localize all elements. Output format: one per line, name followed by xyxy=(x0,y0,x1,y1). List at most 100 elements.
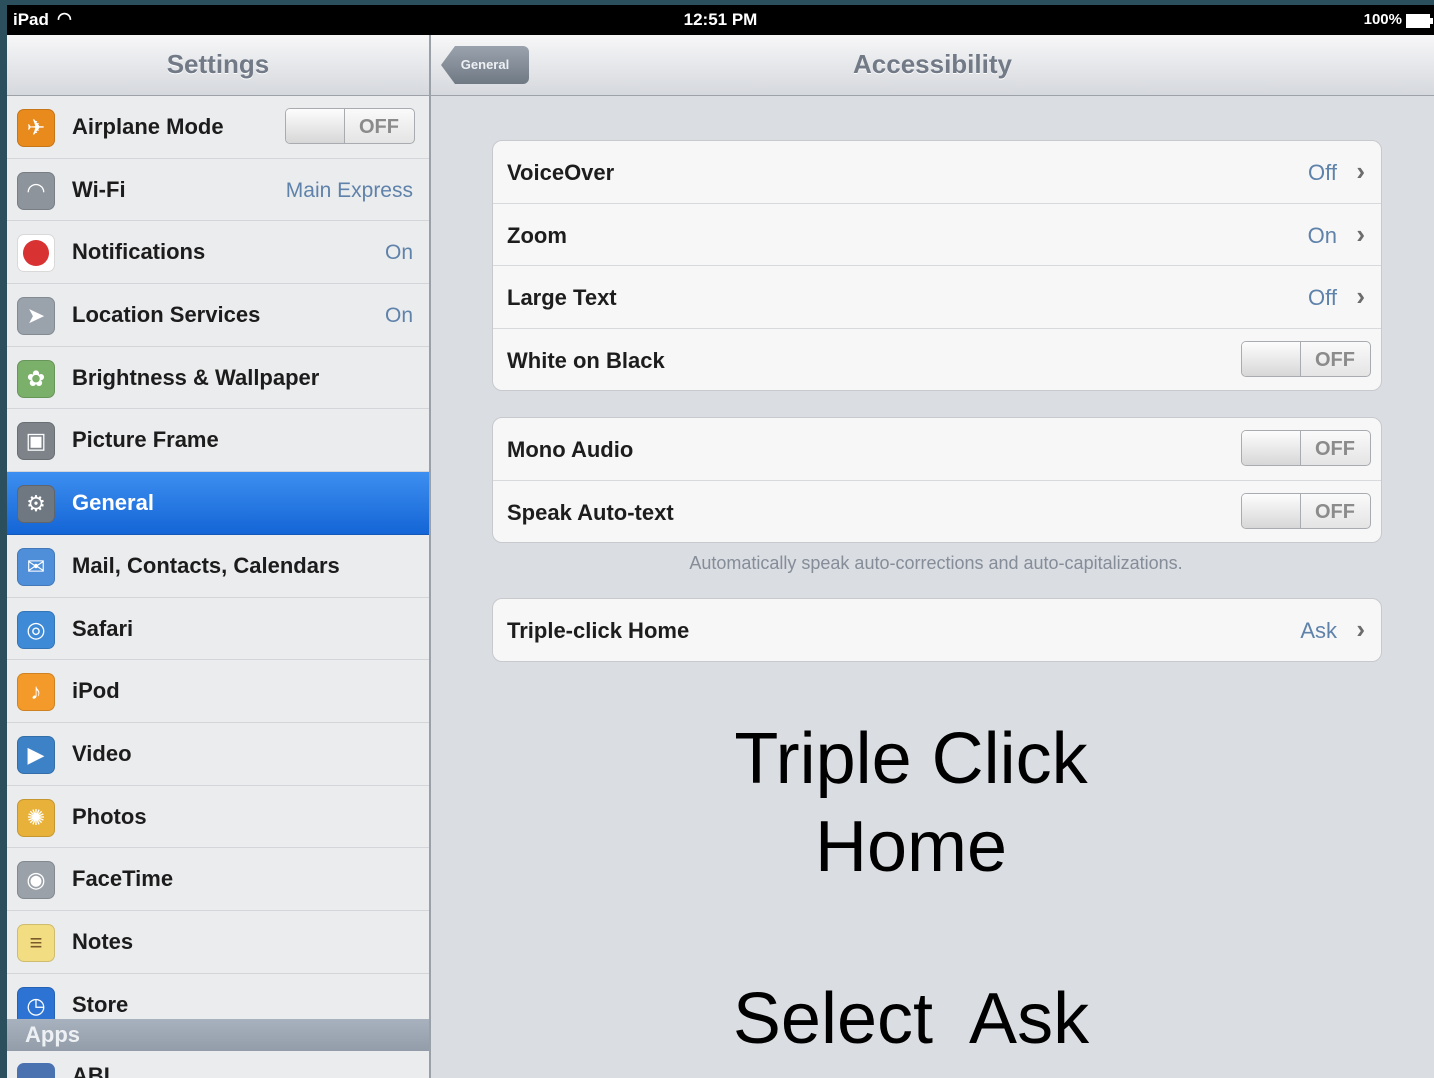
page-title: Accessibility xyxy=(853,49,1012,79)
picture-frame-icon: ▣ xyxy=(17,422,55,461)
row-white-on-black: White on Black OFF xyxy=(493,329,1381,391)
gear-icon: ⚙ xyxy=(17,485,55,524)
airplane-mode-toggle[interactable]: OFF xyxy=(285,108,415,144)
row-voiceover[interactable]: VoiceOver Off › xyxy=(493,141,1381,204)
airplane-icon: ✈ xyxy=(17,109,55,147)
toggle-state: OFF xyxy=(1315,438,1355,460)
ipad-screen: iPad ◠ 12:51 PM 100% Settings ✈ Airplane… xyxy=(7,5,1434,1078)
row-speak-auto-text: Speak Auto-text OFF xyxy=(493,481,1381,543)
toggle-knob xyxy=(1242,431,1301,465)
chevron-right-icon: › xyxy=(1356,156,1365,186)
sidebar-item-label: General xyxy=(72,490,154,516)
row-label: VoiceOver xyxy=(507,160,615,185)
row-label: Large Text xyxy=(507,285,617,310)
notifications-icon xyxy=(17,234,55,273)
sidebar-item-airplane-mode[interactable]: ✈ Airplane Mode OFF xyxy=(7,96,429,159)
sidebar-item-label: Notes xyxy=(72,928,134,954)
wifi-icon: ◠ xyxy=(17,171,55,210)
status-bar: iPad ◠ 12:51 PM 100% xyxy=(7,5,1434,35)
sidebar-item-facetime[interactable]: ◉ FaceTime xyxy=(7,848,429,911)
sidebar-item-value: On xyxy=(384,241,413,265)
app-icon xyxy=(17,1063,55,1078)
toggle-state: OFF xyxy=(1315,500,1355,523)
chevron-right-icon: › xyxy=(1356,614,1365,644)
video-icon: ▶ xyxy=(17,735,55,774)
white-on-black-toggle[interactable]: OFF xyxy=(1241,340,1371,377)
row-value: Off xyxy=(1308,160,1337,185)
row-label: Zoom xyxy=(507,222,567,248)
row-label: Speak Auto-text xyxy=(507,499,674,525)
safari-icon: ◎ xyxy=(17,610,55,649)
sidebar-item-general[interactable]: ⚙ General xyxy=(7,472,429,535)
apps-section-header: Apps xyxy=(7,1019,429,1051)
row-mono-audio: Mono Audio OFF xyxy=(493,418,1381,481)
speak-auto-text-toggle[interactable]: OFF xyxy=(1241,492,1371,529)
notes-icon: ≡ xyxy=(17,923,55,962)
sidebar-item-photos[interactable]: ✺ Photos xyxy=(7,786,429,849)
ipod-icon: ♪ xyxy=(17,673,55,712)
overlay-caption-line2: Home xyxy=(814,807,1008,887)
toggle-state: OFF xyxy=(359,116,399,138)
row-label: Mono Audio xyxy=(507,437,634,462)
sidebar-item-wifi[interactable]: ◠ Wi-Fi Main Express xyxy=(7,159,429,222)
sidebar-item-label: Store xyxy=(72,991,129,1017)
row-triple-click-home[interactable]: Triple-click Home Ask › xyxy=(493,599,1381,661)
row-label: Triple-click Home xyxy=(507,618,690,643)
sidebar-item-ipod[interactable]: ♪ iPod xyxy=(7,660,429,723)
brightness-icon: ✿ xyxy=(17,359,55,398)
location-icon: ➤ xyxy=(17,297,55,336)
row-value: On xyxy=(1307,222,1337,248)
sidebar-item-value: Main Express xyxy=(285,178,413,202)
settings-group-vision: VoiceOver Off › Zoom On › Large Text Off… xyxy=(492,140,1382,391)
sidebar-item-picture-frame[interactable]: ▣ Picture Frame xyxy=(7,409,429,473)
row-value: Ask xyxy=(1300,618,1337,643)
sidebar-item-label: iPod xyxy=(72,678,120,704)
mono-audio-toggle[interactable]: OFF xyxy=(1241,430,1371,466)
sidebar-item-label: Brightness & Wallpaper xyxy=(72,364,320,390)
sidebar-item-location-services[interactable]: ➤ Location Services On xyxy=(7,284,429,347)
back-button[interactable]: General xyxy=(441,46,529,84)
toggle-knob xyxy=(286,109,345,143)
sidebar-item-brightness-wallpaper[interactable]: ✿ Brightness & Wallpaper xyxy=(7,347,429,410)
facetime-icon: ◉ xyxy=(17,861,55,900)
overlay-caption-line3: Select Ask xyxy=(732,979,1090,1059)
sidebar-item-label: Wi-Fi xyxy=(72,176,126,202)
sidebar-item-notes[interactable]: ≡ Notes xyxy=(7,911,429,974)
sidebar-title: Settings xyxy=(7,35,429,96)
battery-icon xyxy=(1406,14,1433,28)
toggle-knob xyxy=(1242,341,1301,376)
sidebar-item-label: Location Services xyxy=(72,302,261,328)
toggle-state: OFF xyxy=(1315,348,1355,371)
battery-percent: 100% xyxy=(1363,11,1402,28)
speak-auto-text-footnote: Automatically speak auto-corrections and… xyxy=(689,553,1183,573)
mail-icon: ✉ xyxy=(17,547,55,586)
sidebar-item-safari[interactable]: ◎ Safari xyxy=(7,598,429,661)
chevron-right-icon: › xyxy=(1356,281,1365,311)
row-value: Off xyxy=(1308,285,1337,310)
sidebar-item-video[interactable]: ▶ Video xyxy=(7,723,429,786)
settings-group-home: Triple-click Home Ask › xyxy=(492,598,1382,662)
sidebar-item-label: Picture Frame xyxy=(72,427,219,453)
sidebar-item-label: Safari xyxy=(72,615,134,641)
settings-sidebar: Settings ✈ Airplane Mode OFF ◠ Wi-Fi Mai… xyxy=(7,35,431,1078)
settings-group-audio: Mono Audio OFF Speak Auto-text OFF xyxy=(492,417,1382,543)
clock: 12:51 PM xyxy=(683,10,758,29)
toggle-knob xyxy=(1242,493,1301,528)
sidebar-item-label: Airplane Mode xyxy=(72,114,224,139)
accessibility-panel: Accessibility General VoiceOver Off › Zo… xyxy=(431,35,1434,1078)
overlay-caption-line1: Triple Click xyxy=(734,719,1088,799)
sidebar-item-label: ABI xyxy=(72,1063,110,1078)
sidebar-item-label: Mail, Contacts, Calendars xyxy=(72,552,340,578)
chevron-right-icon: › xyxy=(1356,218,1365,249)
sidebar-item-abi[interactable]: ABI xyxy=(7,1051,429,1078)
detail-nav-bar: Accessibility General xyxy=(431,35,1434,96)
sidebar-item-mail-contacts-calendars[interactable]: ✉ Mail, Contacts, Calendars xyxy=(7,535,429,598)
row-zoom[interactable]: Zoom On › xyxy=(493,204,1381,266)
sidebar-item-label: Notifications xyxy=(72,239,206,265)
row-label: White on Black xyxy=(507,347,665,373)
sidebar-item-label: FaceTime xyxy=(72,866,174,892)
sidebar-item-notifications[interactable]: Notifications On xyxy=(7,221,429,285)
row-large-text[interactable]: Large Text Off › xyxy=(493,266,1381,329)
sidebar-item-label: Video xyxy=(72,740,132,766)
sidebar-item-value: On xyxy=(384,304,413,328)
